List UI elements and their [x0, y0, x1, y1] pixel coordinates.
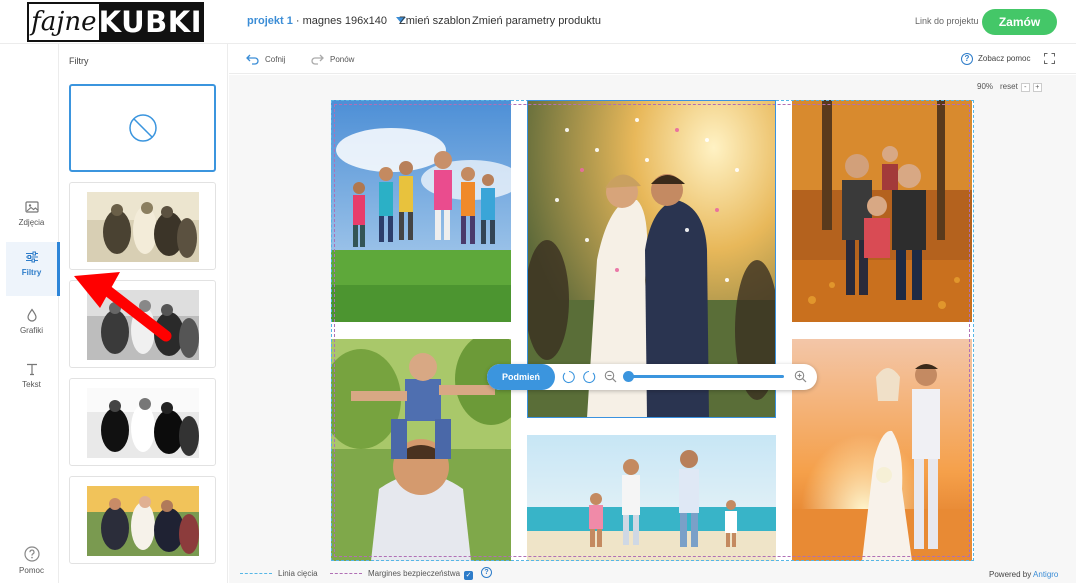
editor-toolbar: Cofnij Ponów: [229, 44, 1076, 74]
photo-beach-family[interactable]: [527, 435, 776, 561]
zoom-out-icon[interactable]: [604, 370, 617, 383]
order-button[interactable]: Zamów: [982, 9, 1057, 35]
zoom-controls: 90% reset - +: [977, 82, 1042, 92]
photo-sunset-couple[interactable]: [792, 339, 972, 561]
drop-icon: [26, 308, 37, 322]
zoom-in-button[interactable]: +: [1032, 83, 1042, 92]
replace-photo-button[interactable]: Podmień: [487, 364, 555, 390]
filters-panel: Filtry: [60, 44, 228, 583]
change-params-link[interactable]: Zmień parametry produktu: [472, 15, 601, 27]
filter-preview-high-contrast: [87, 388, 199, 458]
powered-by-brand[interactable]: Antigro: [1033, 570, 1058, 579]
fullscreen-icon[interactable]: [1044, 53, 1055, 64]
redo-icon: [311, 54, 324, 65]
rail-item-filters[interactable]: Filtry: [6, 242, 60, 296]
rail-label: Tekst: [22, 380, 41, 389]
redo-button[interactable]: Ponów: [311, 54, 354, 65]
powered-by-label: Powered by: [989, 570, 1032, 579]
filter-color[interactable]: [69, 476, 216, 564]
help-icon: ?: [961, 53, 973, 65]
project-title[interactable]: projekt 1 · magnes 196x140: [247, 15, 407, 27]
photo-kids-running-image: [331, 100, 511, 322]
legend-help-icon[interactable]: ?: [481, 567, 492, 578]
rail-item-photos[interactable]: Zdjęcia: [6, 192, 57, 246]
legend-safe-margin: Margines bezpieczeństwa ✓: [330, 569, 474, 580]
undo-label: Cofnij: [265, 55, 286, 64]
help-label: Zobacz pomoc: [978, 54, 1031, 63]
undo-icon: [246, 54, 259, 65]
photo-father-son-image: [331, 339, 511, 561]
filter-preview-grayscale: [87, 290, 199, 360]
rail-label: Grafiki: [19, 326, 44, 335]
undo-button[interactable]: Cofnij: [246, 54, 285, 65]
photo-sunset-couple-image: [792, 339, 972, 561]
zoom-out-button[interactable]: -: [1020, 83, 1030, 92]
photo-beach-family-image: [527, 435, 776, 561]
photo-father-son[interactable]: [331, 339, 511, 561]
filter-preview-color: [87, 486, 199, 556]
photo-kids-running[interactable]: [331, 100, 511, 322]
rail-item-help[interactable]: Pomoc: [6, 538, 57, 583]
redo-label: Ponów: [330, 55, 355, 64]
rail-item-text[interactable]: Tekst: [6, 354, 57, 408]
slider-handle[interactable]: [623, 371, 634, 382]
rail-item-graphics[interactable]: Grafiki: [6, 300, 57, 354]
panel-title: Filtry: [69, 56, 89, 66]
photo-zoom-slider[interactable]: [628, 375, 784, 378]
no-filter-icon: [129, 114, 157, 142]
photo-autumn-family[interactable]: [792, 100, 972, 322]
zoom-in-icon[interactable]: [794, 370, 807, 383]
photo-control-bar: Podmień: [487, 364, 817, 390]
rail-label: Zdjęcia: [18, 218, 45, 227]
safe-margin-checkbox[interactable]: ✓: [464, 571, 474, 580]
project-link[interactable]: Link do projektu: [915, 16, 979, 26]
logo[interactable]: fajne KUBKI: [27, 2, 204, 42]
filter-sepia[interactable]: [69, 182, 216, 270]
sliders-icon: [25, 251, 38, 263]
top-bar: fajne KUBKI projekt 1 · magnes 196x140 Z…: [0, 0, 1076, 44]
cut-line-label: Linia cięcia: [278, 569, 318, 578]
product-name: magnes 196x140: [302, 15, 388, 27]
zoom-level: 90%: [977, 82, 994, 91]
rail-label: Filtry: [21, 268, 42, 277]
safe-margin-label: Margines bezpieczeństwa: [368, 569, 461, 578]
text-icon: [26, 363, 37, 376]
legend-cut-line: Linia cięcia: [240, 569, 318, 578]
rotate-left-icon[interactable]: [562, 370, 576, 384]
cut-line-swatch: [240, 573, 272, 574]
left-rail: Zdjęcia Filtry Grafiki Tekst Pomoc: [0, 44, 60, 583]
filter-none[interactable]: [69, 84, 216, 172]
logo-fajne: fajne: [29, 4, 99, 40]
zoom-reset[interactable]: reset: [1000, 82, 1018, 91]
help-link[interactable]: ? Zobacz pomoc: [961, 53, 1030, 65]
help-circle-icon: [23, 546, 40, 562]
logo-kubki: KUBKI: [98, 4, 202, 40]
project-name: projekt 1: [247, 15, 293, 27]
rotate-right-icon[interactable]: [582, 370, 596, 384]
image-icon: [24, 201, 39, 213]
filter-preview-sepia: [87, 192, 199, 262]
photo-autumn-family-image: [792, 100, 972, 322]
change-template-link[interactable]: Zmień szablon: [399, 15, 471, 27]
filter-high-contrast[interactable]: [69, 378, 216, 466]
project-separator: ·: [292, 15, 303, 27]
safe-line-swatch: [330, 573, 362, 574]
powered-by: Powered by Antigro: [989, 570, 1058, 579]
filter-grayscale[interactable]: [69, 280, 216, 368]
rail-label: Pomoc: [19, 566, 44, 575]
